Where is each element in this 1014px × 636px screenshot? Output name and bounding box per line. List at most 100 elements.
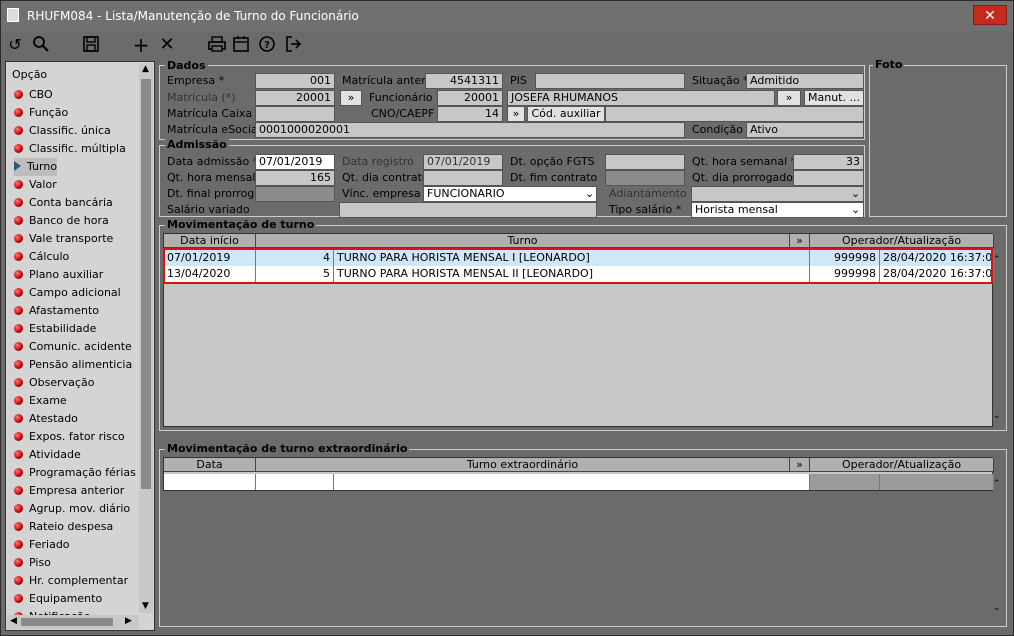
qt-dia-contrato-field[interactable] — [423, 170, 503, 186]
scroll-left-icon[interactable]: ◀ — [10, 616, 17, 626]
qt-hora-semanal-field[interactable]: 33 — [793, 154, 864, 170]
sidebar-item[interactable]: Atividade — [14, 446, 81, 464]
sidebar-item[interactable]: Campo adicional — [14, 284, 121, 302]
chevron-down-icon[interactable]: ⌄ — [851, 202, 860, 218]
matricula-lookup-button[interactable]: » — [340, 90, 362, 106]
scroll-thumb[interactable] — [21, 618, 113, 626]
sidebar-item[interactable]: Rateio despesa — [14, 518, 113, 536]
cno-caepf-field[interactable]: 14 — [437, 106, 503, 122]
sidebar-item[interactable]: Atestado — [14, 410, 78, 428]
sidebar-item[interactable]: Valor — [14, 176, 57, 194]
scroll-down-icon[interactable]: ⌄ — [993, 411, 1001, 421]
calendar-icon[interactable] — [231, 35, 251, 55]
situacao-field[interactable]: Admitido — [746, 73, 864, 89]
sidebar-item[interactable]: Observação — [14, 374, 94, 392]
sidebar-item[interactable]: Comunic. acidente — [14, 338, 132, 356]
col-operador-atualizacao[interactable]: Operador/Atualização — [810, 234, 994, 248]
funcionario-label: Funcionário * — [369, 91, 442, 104]
sidebar-item[interactable]: Piso — [14, 554, 51, 572]
scroll-up-icon[interactable]: ⌃ — [993, 479, 1001, 489]
data-registro-label: Data registro — [342, 155, 414, 168]
sidebar-item[interactable]: Afastamento — [14, 302, 99, 320]
scroll-right-icon[interactable]: ▶ — [125, 616, 132, 626]
salario-variado-field[interactable] — [339, 202, 597, 218]
col-expand-button[interactable]: » — [790, 458, 810, 472]
scroll-down-icon[interactable]: ⌄ — [993, 603, 1001, 613]
col-expand-button[interactable]: » — [790, 234, 810, 248]
save-icon[interactable] — [81, 35, 101, 55]
sidebar-item[interactable]: Conta bancária — [14, 194, 113, 212]
cell-descricao[interactable] — [334, 474, 810, 490]
empresa-field[interactable]: 001 — [255, 73, 335, 89]
funcionario-field[interactable]: 20001 — [437, 90, 503, 106]
cell-data[interactable] — [164, 474, 256, 490]
sidebar-item[interactable]: Feriado — [14, 536, 70, 554]
data-admissao-field[interactable]: 07/01/2019 — [255, 154, 335, 170]
sidebar-item[interactable]: Agrup. mov. diário — [14, 500, 130, 518]
nome-funcionario-field[interactable]: JOSEFA RHUMANOS — [507, 90, 775, 106]
sidebar-item[interactable]: Exame — [14, 392, 67, 410]
exit-icon[interactable] — [283, 35, 303, 55]
sidebar-item[interactable]: Plano auxiliar — [14, 266, 103, 284]
chevron-down-icon[interactable]: ⌄ — [851, 186, 860, 202]
refresh-icon[interactable]: ↺ — [5, 35, 25, 55]
manut-button[interactable]: Manut. ... — [804, 90, 864, 106]
sidebar-item-label: Vale transporte — [29, 232, 114, 245]
sidebar-item[interactable]: Expos. fator risco — [14, 428, 125, 446]
matricula-anterior-field[interactable]: 4541311 — [425, 73, 503, 89]
sidebar-vertical-scrollbar[interactable]: ▲ ▼ — [139, 63, 153, 613]
qt-dia-prorrogado-field[interactable] — [793, 170, 864, 186]
bullet-icon — [14, 180, 23, 189]
sidebar-item[interactable]: Cálculo — [14, 248, 69, 266]
sidebar-item[interactable]: Classific. única — [14, 122, 111, 140]
sidebar-item[interactable]: Hr. complementar — [14, 572, 128, 590]
sidebar-item[interactable]: Programação férias — [14, 464, 136, 482]
close-button[interactable]: ✕ — [973, 5, 1007, 25]
cod-auxiliar-field[interactable] — [605, 106, 864, 122]
qt-hora-mensal-field[interactable]: 165 — [255, 170, 335, 186]
cod-auxiliar-button[interactable]: Cód. auxiliar — [527, 106, 605, 122]
sidebar-horizontal-scrollbar[interactable]: ◀ ▶ — [7, 615, 139, 629]
matricula-esocial-field[interactable]: 0001000020001 — [255, 122, 685, 138]
col-data[interactable]: Data — [164, 458, 256, 472]
cell-codigo[interactable] — [256, 474, 334, 490]
adiantamento-select[interactable] — [691, 186, 864, 202]
print-icon[interactable] — [207, 35, 227, 55]
matricula-caixa-field[interactable] — [255, 106, 335, 122]
sidebar-item[interactable]: Banco de hora — [14, 212, 109, 230]
sidebar-item[interactable]: Função — [14, 104, 68, 122]
tipo-salario-select[interactable]: Horista mensal — [691, 202, 864, 218]
sidebar-item[interactable]: Pensão alimenticia — [14, 356, 132, 374]
col-operador-atualizacao[interactable]: Operador/Atualização — [810, 458, 994, 472]
sidebar-item[interactable]: Empresa anterior — [14, 482, 124, 500]
sidebar-item[interactable]: CBO — [14, 86, 53, 104]
sidebar-item[interactable]: Classific. múltipla — [14, 140, 126, 158]
col-turno[interactable]: Turno — [256, 234, 790, 248]
delete-icon[interactable]: ✕ — [157, 35, 177, 55]
data-registro-field[interactable]: 07/01/2019 — [423, 154, 503, 170]
pis-field[interactable] — [535, 73, 685, 89]
col-data-inicio[interactable]: Data início — [164, 234, 256, 248]
dt-opcao-fgts-field[interactable] — [605, 154, 685, 170]
matricula-field[interactable]: 20001 — [255, 90, 335, 106]
cno-lookup-button[interactable]: » — [507, 106, 525, 122]
table-row[interactable] — [164, 474, 994, 490]
add-icon[interactable]: + — [131, 35, 151, 55]
scroll-up-icon[interactable]: ▲ — [142, 64, 149, 74]
scroll-down-icon[interactable]: ▼ — [142, 601, 149, 611]
funcionario-lookup-button[interactable]: » — [777, 90, 801, 106]
scroll-thumb[interactable] — [141, 79, 151, 489]
dt-fim-contrato-field[interactable] — [605, 170, 685, 186]
chevron-down-icon[interactable]: ⌄ — [585, 186, 594, 202]
sidebar-item[interactable]: Equipamento — [14, 590, 102, 608]
search-icon[interactable] — [31, 35, 51, 55]
dt-final-prorrog-field[interactable] — [255, 186, 335, 202]
scroll-up-icon[interactable]: ⌃ — [993, 255, 1001, 265]
sidebar-item[interactable]: Turno — [14, 158, 58, 176]
vinc-empresa-select[interactable]: FUNCIONARIO — [423, 186, 597, 202]
sidebar-item[interactable]: Vale transporte — [14, 230, 113, 248]
help-icon[interactable]: ? — [257, 35, 277, 55]
sidebar-item[interactable]: Estabilidade — [14, 320, 96, 338]
condicao-field[interactable]: Ativo — [746, 122, 864, 138]
col-turno-extraordinario[interactable]: Turno extraordinário — [256, 458, 790, 472]
